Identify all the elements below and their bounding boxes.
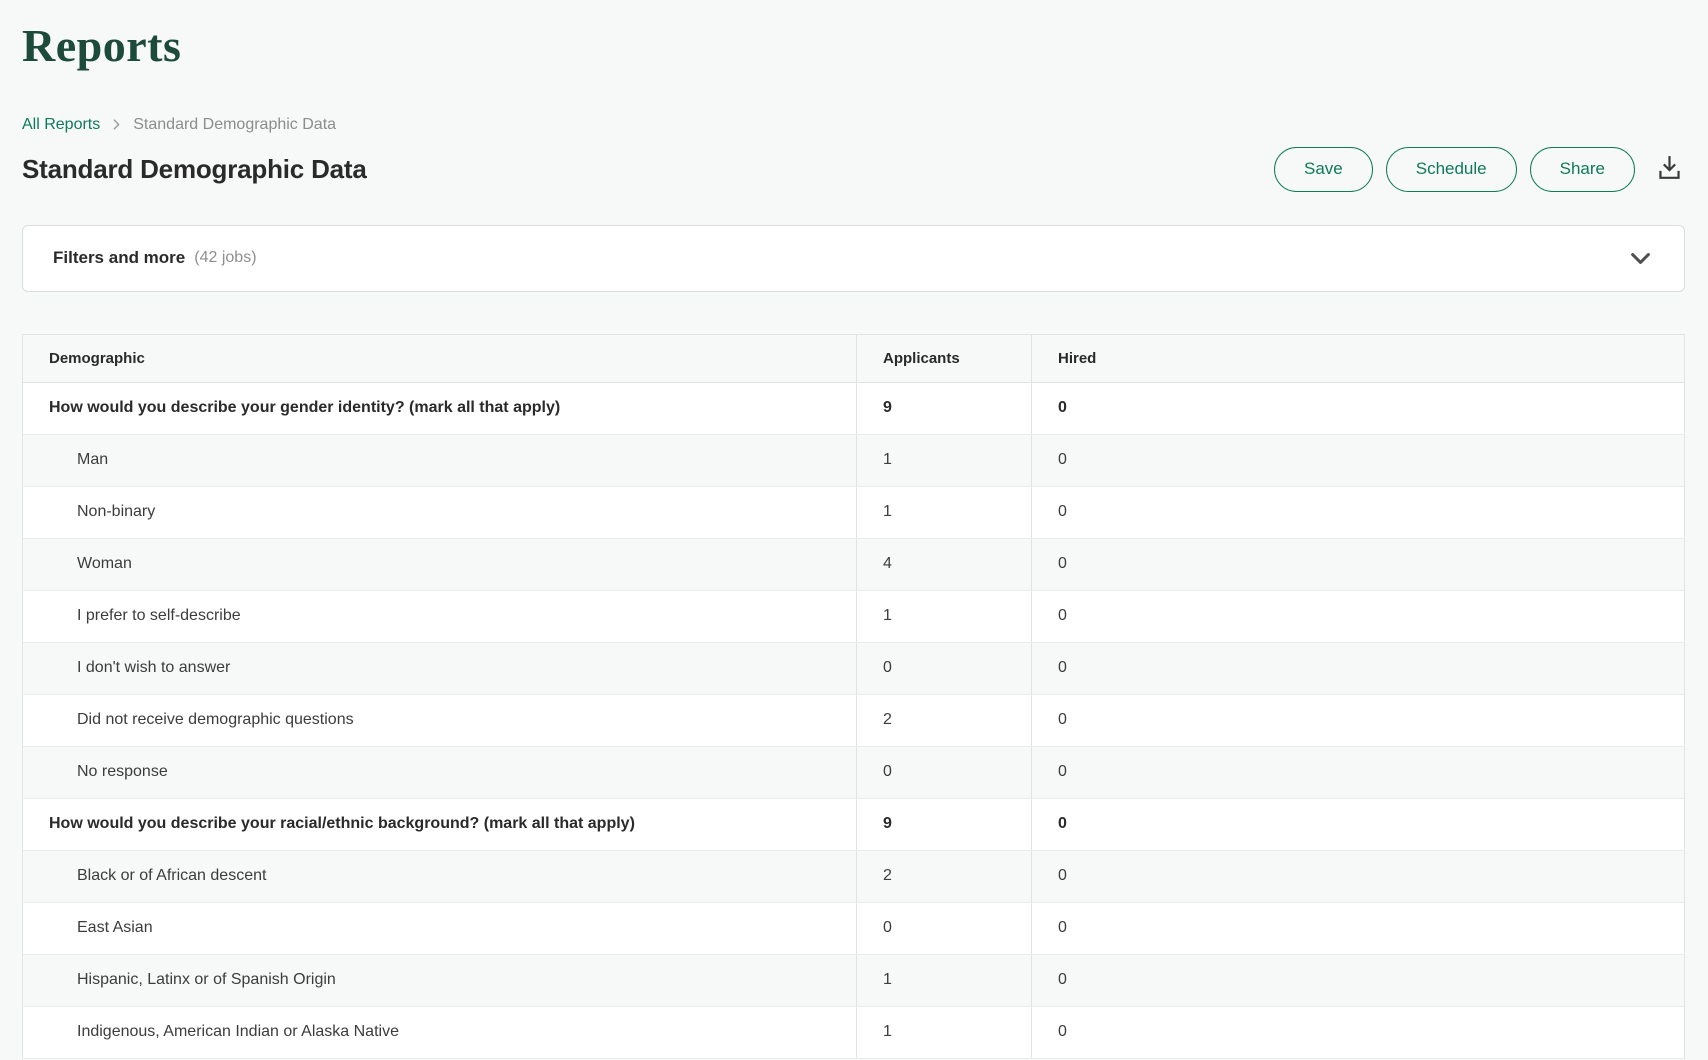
row-demographic-label: I prefer to self-describe bbox=[23, 591, 856, 642]
table-row: Man10 bbox=[23, 435, 1684, 487]
row-hired-value: 0 bbox=[1031, 955, 1684, 1006]
row-applicants-value: 9 bbox=[856, 383, 1031, 434]
row-demographic-label: East Asian bbox=[23, 903, 856, 954]
row-demographic-label: Woman bbox=[23, 539, 856, 590]
breadcrumb-current: Standard Demographic Data bbox=[133, 115, 336, 135]
row-hired-value: 0 bbox=[1031, 747, 1684, 798]
filters-label: Filters and more bbox=[53, 248, 185, 268]
row-applicants-value: 1 bbox=[856, 955, 1031, 1006]
save-button[interactable]: Save bbox=[1274, 147, 1373, 192]
row-applicants-value: 1 bbox=[856, 435, 1031, 486]
table-row: Did not receive demographic questions20 bbox=[23, 695, 1684, 747]
row-demographic-label: Hispanic, Latinx or of Spanish Origin bbox=[23, 955, 856, 1006]
row-hired-value: 0 bbox=[1031, 695, 1684, 746]
filters-panel-toggle[interactable]: Filters and more (42 jobs) bbox=[22, 225, 1685, 292]
row-hired-value: 0 bbox=[1031, 799, 1684, 850]
column-header-applicants: Applicants bbox=[856, 335, 1031, 382]
row-applicants-value: 0 bbox=[856, 903, 1031, 954]
demographic-table: Demographic Applicants Hired How would y… bbox=[22, 334, 1685, 1059]
page-title: Reports bbox=[22, 20, 1685, 73]
row-hired-value: 0 bbox=[1031, 487, 1684, 538]
row-hired-value: 0 bbox=[1031, 643, 1684, 694]
row-hired-value: 0 bbox=[1031, 539, 1684, 590]
row-hired-value: 0 bbox=[1031, 851, 1684, 902]
report-actions: Save Schedule Share bbox=[1274, 147, 1685, 192]
row-demographic-label: No response bbox=[23, 747, 856, 798]
table-row: Non-binary10 bbox=[23, 487, 1684, 539]
row-demographic-label: Black or of African descent bbox=[23, 851, 856, 902]
row-hired-value: 0 bbox=[1031, 591, 1684, 642]
chevron-down-icon[interactable] bbox=[1627, 245, 1654, 272]
breadcrumb: All Reports Standard Demographic Data bbox=[22, 115, 1685, 135]
row-applicants-value: 9 bbox=[856, 799, 1031, 850]
report-header: Standard Demographic Data Save Schedule … bbox=[22, 147, 1685, 192]
column-header-demographic: Demographic bbox=[23, 335, 856, 382]
table-row: East Asian00 bbox=[23, 903, 1684, 955]
table-row: Black or of African descent20 bbox=[23, 851, 1684, 903]
row-demographic-label: How would you describe your gender ident… bbox=[23, 383, 856, 434]
chevron-right-icon bbox=[110, 118, 123, 131]
table-row: Indigenous, American Indian or Alaska Na… bbox=[23, 1007, 1684, 1059]
row-hired-value: 0 bbox=[1031, 383, 1684, 434]
row-demographic-label: Man bbox=[23, 435, 856, 486]
column-header-hired: Hired bbox=[1031, 335, 1684, 382]
table-header-row: Demographic Applicants Hired bbox=[23, 335, 1684, 383]
row-applicants-value: 0 bbox=[856, 643, 1031, 694]
download-button[interactable] bbox=[1654, 152, 1685, 186]
row-applicants-value: 2 bbox=[856, 695, 1031, 746]
download-icon bbox=[1654, 152, 1685, 186]
table-section-row: How would you describe your racial/ethni… bbox=[23, 799, 1684, 851]
reports-page: Reports All Reports Standard Demographic… bbox=[0, 0, 1708, 1059]
table-row: No response00 bbox=[23, 747, 1684, 799]
share-button[interactable]: Share bbox=[1530, 147, 1635, 192]
table-row: Hispanic, Latinx or of Spanish Origin10 bbox=[23, 955, 1684, 1007]
table-row: Woman40 bbox=[23, 539, 1684, 591]
row-applicants-value: 1 bbox=[856, 487, 1031, 538]
table-section-row: How would you describe your gender ident… bbox=[23, 383, 1684, 435]
schedule-button[interactable]: Schedule bbox=[1386, 147, 1517, 192]
filters-jobs-count: (42 jobs) bbox=[194, 249, 256, 267]
row-demographic-label: How would you describe your racial/ethni… bbox=[23, 799, 856, 850]
row-demographic-label: Did not receive demographic questions bbox=[23, 695, 856, 746]
row-applicants-value: 2 bbox=[856, 851, 1031, 902]
report-title: Standard Demographic Data bbox=[22, 154, 367, 185]
row-demographic-label: I don't wish to answer bbox=[23, 643, 856, 694]
row-applicants-value: 1 bbox=[856, 1007, 1031, 1058]
row-hired-value: 0 bbox=[1031, 903, 1684, 954]
table-row: I don't wish to answer00 bbox=[23, 643, 1684, 695]
row-applicants-value: 4 bbox=[856, 539, 1031, 590]
row-applicants-value: 1 bbox=[856, 591, 1031, 642]
breadcrumb-all-reports-link[interactable]: All Reports bbox=[22, 115, 100, 135]
row-applicants-value: 0 bbox=[856, 747, 1031, 798]
row-demographic-label: Non-binary bbox=[23, 487, 856, 538]
row-hired-value: 0 bbox=[1031, 1007, 1684, 1058]
table-row: I prefer to self-describe10 bbox=[23, 591, 1684, 643]
row-demographic-label: Indigenous, American Indian or Alaska Na… bbox=[23, 1007, 856, 1058]
table-body: How would you describe your gender ident… bbox=[23, 383, 1684, 1059]
row-hired-value: 0 bbox=[1031, 435, 1684, 486]
